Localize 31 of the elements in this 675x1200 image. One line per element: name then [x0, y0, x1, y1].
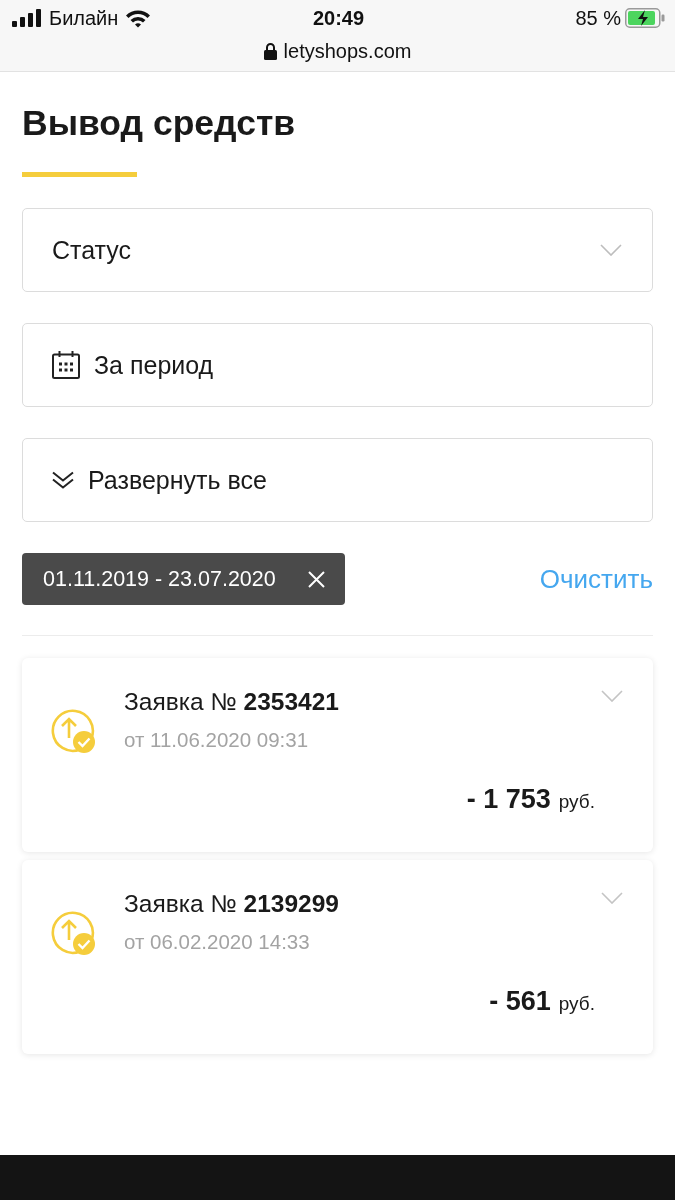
currency-label: руб.: [558, 791, 595, 813]
chevron-down-icon[interactable]: [601, 892, 623, 905]
calendar-icon: [52, 351, 80, 379]
request-amount: - 1 753: [466, 784, 551, 815]
battery-percent: 85 %: [575, 6, 621, 30]
double-chevron-icon: [52, 471, 74, 489]
chevron-down-icon[interactable]: [601, 690, 623, 703]
page-title: Вывод средств: [22, 103, 296, 143]
withdrawal-done-icon: [50, 708, 96, 754]
date-range-text: 01.11.2019 - 23.07.2020: [43, 566, 276, 592]
url-text[interactable]: letyshops.com: [283, 39, 412, 63]
lock-icon: [263, 42, 277, 60]
carrier-name: Билайн: [49, 6, 119, 30]
request-card[interactable]: Заявка № 2353421 от 11.06.2020 09:31 - 1 753 руб.: [22, 658, 653, 852]
period-picker[interactable]: За период: [22, 323, 653, 407]
withdrawal-done-icon: [50, 910, 96, 956]
expand-all-button[interactable]: Развернуть все: [22, 438, 653, 522]
currency-label: руб.: [558, 993, 595, 1015]
request-title: Заявка № 2139299: [124, 889, 339, 919]
request-amount: - 561: [489, 986, 551, 1017]
request-card[interactable]: Заявка № 2139299 от 06.02.2020 14:33 - 561 руб.: [22, 860, 653, 1054]
status-dropdown[interactable]: Статус: [22, 208, 653, 292]
signal-icon: [12, 9, 42, 27]
clock-time: 20:49: [312, 6, 365, 30]
request-title: Заявка № 2353421: [124, 687, 339, 717]
battery-charging-icon: [625, 8, 665, 28]
request-date: от 11.06.2020 09:31: [124, 728, 309, 752]
request-date: от 06.02.2020 14:33: [124, 930, 310, 954]
close-icon[interactable]: [307, 570, 325, 588]
chevron-down-icon: [600, 243, 622, 257]
wifi-icon: [125, 8, 152, 28]
